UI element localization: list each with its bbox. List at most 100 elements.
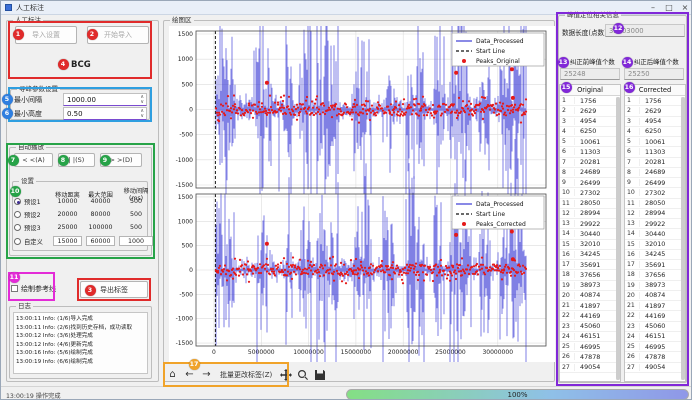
table-row[interactable]: 2141897 xyxy=(560,301,620,311)
table-row[interactable]: 2546995 xyxy=(625,342,685,352)
table-scrollbar[interactable] xyxy=(616,97,620,380)
maximize-button[interactable]: □ xyxy=(661,1,677,14)
table-row[interactable]: 1837656 xyxy=(625,270,685,280)
table-row[interactable]: 926499 xyxy=(625,178,685,188)
radio-icon[interactable] xyxy=(14,224,21,231)
table-row[interactable]: 2345060 xyxy=(625,322,685,332)
table-row[interactable]: 1634245 xyxy=(625,250,685,260)
table-row[interactable]: 1634245 xyxy=(560,250,620,260)
back-icon[interactable]: ← xyxy=(183,367,196,382)
pan-icon[interactable] xyxy=(279,367,292,382)
table-row[interactable]: 2749054 xyxy=(625,363,685,373)
original-peaks-table[interactable]: Original11756226293495446250510061611303… xyxy=(559,84,621,382)
table-row[interactable]: 1228994 xyxy=(625,209,685,219)
export-labels-button[interactable]: 导出标签 xyxy=(80,281,148,298)
start-import-button[interactable]: 开始导入 xyxy=(87,26,149,44)
import-settings-button[interactable]: 导入设置 xyxy=(15,26,77,44)
scrollbar-thumb[interactable] xyxy=(681,97,685,380)
close-button[interactable]: × xyxy=(677,1,692,14)
table-row[interactable]: 1735691 xyxy=(560,260,620,270)
preset-radio-3[interactable]: 预设3 xyxy=(14,223,51,232)
table-row[interactable]: 2040874 xyxy=(625,291,685,301)
spinner-arrows-icon[interactable]: ∧∨ xyxy=(140,109,146,119)
table-row[interactable]: 926499 xyxy=(560,178,620,188)
table-row[interactable]: 1430440 xyxy=(560,229,620,239)
table-row[interactable]: 2647878 xyxy=(560,352,620,362)
table-row[interactable]: 2040874 xyxy=(560,291,620,301)
row-value: 28050 xyxy=(640,199,685,207)
table-scrollbar[interactable] xyxy=(681,97,685,380)
table-row[interactable]: 22629 xyxy=(625,106,685,116)
table-row[interactable]: 1027302 xyxy=(560,188,620,198)
table-row[interactable]: 2446151 xyxy=(625,332,685,342)
table-row[interactable]: 1027302 xyxy=(625,188,685,198)
preset-custom-input[interactable]: 15000 xyxy=(53,236,82,246)
table-row[interactable]: 1228994 xyxy=(560,209,620,219)
preset-radio-1[interactable]: 预设1 xyxy=(14,197,51,206)
table-row[interactable]: 11756 xyxy=(560,96,620,106)
scrollbar-thumb[interactable] xyxy=(616,97,620,380)
table-row[interactable]: 2141897 xyxy=(625,301,685,311)
radio-icon[interactable] xyxy=(14,211,21,218)
table-row[interactable]: 46250 xyxy=(560,127,620,137)
min-interval-spinbox[interactable]: 1000.00 ∧∨ xyxy=(63,93,147,106)
table-row[interactable]: 34954 xyxy=(560,117,620,127)
radio-icon[interactable] xyxy=(14,238,21,245)
table-row[interactable]: 2244169 xyxy=(560,311,620,321)
table-row[interactable]: 22629 xyxy=(560,106,620,116)
row-index: 24 xyxy=(625,333,640,340)
table-row[interactable]: 1532010 xyxy=(560,240,620,250)
log-box[interactable]: 13:00:11 Info: (1/6)导入完成13:00:11 Info: (… xyxy=(13,312,148,374)
table-row[interactable]: 611303 xyxy=(625,147,685,157)
figure-canvas[interactable]: 150010005000-500-1000-1500Data_Processed… xyxy=(169,26,555,362)
preset-radio-4[interactable]: 自定义 xyxy=(14,237,51,246)
table-row[interactable]: 1735691 xyxy=(625,260,685,270)
step-back-button[interactable]: < <(A) xyxy=(14,153,53,167)
table-row[interactable]: 2546995 xyxy=(560,342,620,352)
zoom-icon[interactable] xyxy=(296,367,309,382)
table-row[interactable]: 1938973 xyxy=(625,281,685,291)
batch-edit-label[interactable]: 批量更改标签(Z) xyxy=(220,370,272,380)
preset-custom-input[interactable]: 60000 xyxy=(86,236,115,246)
table-row[interactable]: 720281 xyxy=(560,158,620,168)
table-row[interactable]: 824689 xyxy=(625,168,685,178)
table-row[interactable]: 2446151 xyxy=(560,332,620,342)
table-row[interactable]: 611303 xyxy=(560,147,620,157)
pause-button[interactable]: | |(S) xyxy=(58,153,95,167)
table-row[interactable]: 1532010 xyxy=(625,240,685,250)
table-row[interactable]: 720281 xyxy=(625,158,685,168)
table-row[interactable]: 2647878 xyxy=(625,352,685,362)
forward-icon[interactable]: → xyxy=(200,367,213,382)
min-height-spinbox[interactable]: 0.50 ∧∨ xyxy=(63,107,147,120)
reference-line-checkbox[interactable]: 绘制参考线 xyxy=(11,284,56,294)
corrected-peaks-table[interactable]: Corrected1175622629349544625051006161130… xyxy=(624,84,686,382)
table-row[interactable]: 46250 xyxy=(625,127,685,137)
table-row[interactable]: 1128050 xyxy=(625,199,685,209)
row-index: 11 xyxy=(625,200,640,207)
minimize-button[interactable]: – xyxy=(645,1,661,14)
checkbox-icon[interactable] xyxy=(11,285,18,292)
table-row[interactable]: 1430440 xyxy=(625,229,685,239)
table-row[interactable]: 510061 xyxy=(560,137,620,147)
preset-custom-input[interactable]: 1000 xyxy=(119,236,153,246)
table-row[interactable]: 1938973 xyxy=(560,281,620,291)
home-icon[interactable]: ⌂ xyxy=(166,367,179,382)
table-row[interactable]: 2345060 xyxy=(560,322,620,332)
table-row[interactable]: 1329922 xyxy=(625,219,685,229)
radio-icon[interactable] xyxy=(14,198,21,205)
table-row[interactable]: 2244169 xyxy=(625,311,685,321)
table-row[interactable]: 1128050 xyxy=(560,199,620,209)
table-row[interactable]: 510061 xyxy=(625,137,685,147)
table-row[interactable]: 2749054 xyxy=(560,363,620,373)
table-row[interactable]: 1329922 xyxy=(560,219,620,229)
save-icon[interactable] xyxy=(313,367,326,382)
spinner-arrows-icon[interactable]: ∧∨ xyxy=(140,95,146,105)
step-forward-button[interactable]: > >(D) xyxy=(100,153,142,167)
table-row[interactable]: 1837656 xyxy=(560,270,620,280)
preset-radio-2[interactable]: 预设2 xyxy=(14,210,51,219)
table-row[interactable]: 11756 xyxy=(625,96,685,106)
table-row[interactable]: 824689 xyxy=(560,168,620,178)
row-index: 1 xyxy=(625,97,640,104)
table-row[interactable]: 34954 xyxy=(625,117,685,127)
row-value: 29922 xyxy=(640,220,685,228)
